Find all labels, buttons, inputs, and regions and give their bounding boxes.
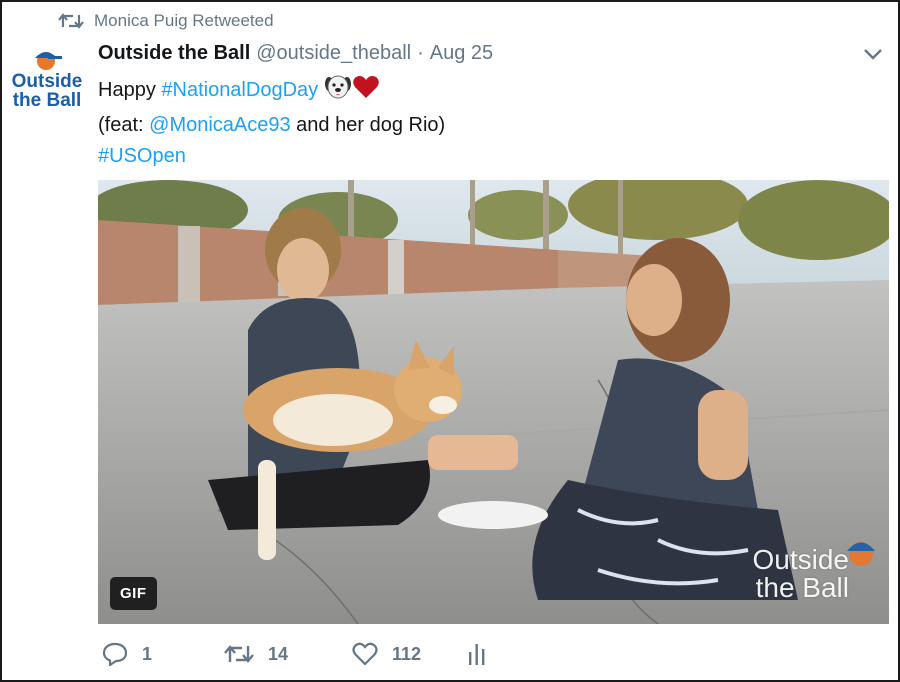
separator-dot: · [417, 42, 424, 64]
hashtag-nationaldogday[interactable]: #NationalDogDay [161, 79, 318, 101]
tweet-line-1: Happy #NationalDogDay [98, 74, 445, 110]
tweet-text: Happy #NationalDogDay (feat: @MonicaAce9… [98, 74, 445, 172]
red-heart-icon [352, 74, 380, 110]
tweet-line-3: #USOpen [98, 141, 445, 172]
retweet-button[interactable]: 14 [224, 643, 352, 665]
retweet-banner-text[interactable]: Monica Puig Retweeted [94, 11, 274, 31]
like-count: 112 [392, 643, 422, 664]
like-button[interactable]: 112 [352, 642, 468, 666]
watermark-line2: the Ball [755, 572, 849, 603]
retweet-banner: Monica Puig Retweeted [58, 11, 274, 31]
tweet-card[interactable]: Monica Puig Retweeted Outside the Ball O… [0, 0, 900, 682]
author-handle[interactable]: @outside_theball [256, 42, 411, 65]
reply-button[interactable]: 1 [102, 642, 224, 666]
mention-monicaace93[interactable]: @MonicaAce93 [149, 114, 290, 136]
analytics-button[interactable] [468, 642, 486, 666]
gif-badge: GIF [110, 577, 157, 610]
chevron-down-icon[interactable] [862, 46, 884, 62]
heart-icon [352, 642, 378, 666]
action-bar: 1 14 112 [102, 642, 486, 666]
retweet-icon [224, 643, 254, 665]
retweet-icon [58, 12, 84, 30]
avatar-text-line1: Outside [12, 71, 83, 92]
avatar[interactable]: Outside the Ball [8, 46, 86, 116]
gif-media[interactable]: GIF Outside the Ball [98, 180, 889, 624]
tweet-header: Outside the Ball @outside_theball · Aug … [98, 42, 493, 65]
avatar-text-line2: the Ball [13, 90, 82, 111]
dog-face-icon [324, 74, 352, 110]
tweet-date[interactable]: Aug 25 [430, 42, 493, 65]
tweet-line-2: (feat: @MonicaAce93 and her dog Rio) [98, 114, 446, 136]
watermark-line1: Outside [752, 544, 850, 575]
hashtag-usopen[interactable]: #USOpen [98, 145, 186, 167]
reply-icon [102, 642, 128, 666]
reply-count: 1 [142, 643, 153, 664]
watermark-logo: Outside the Ball [752, 542, 875, 603]
bar-chart-icon [468, 642, 486, 666]
ball-icon [847, 542, 875, 566]
author-name[interactable]: Outside the Ball [98, 42, 250, 65]
retweet-count: 14 [268, 643, 289, 664]
